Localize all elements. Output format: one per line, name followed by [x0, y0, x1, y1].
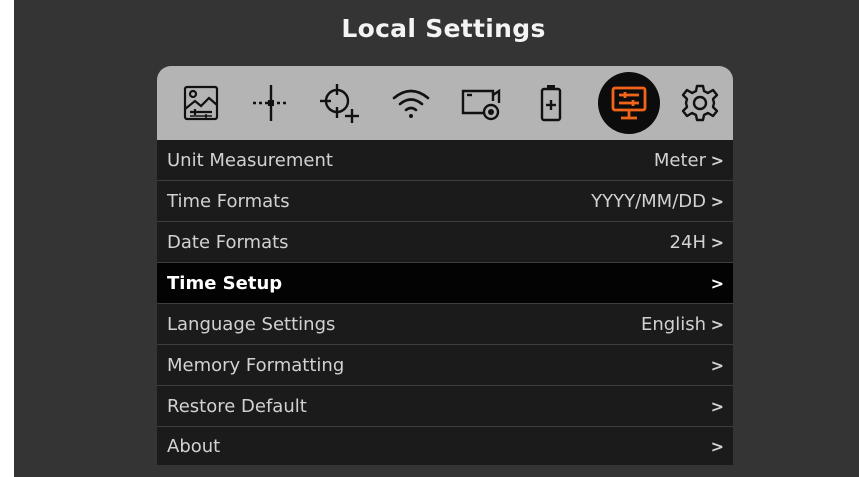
menu-item-time-setup[interactable]: Time Setup > — [157, 263, 733, 304]
chevron-right-icon: > — [710, 273, 724, 293]
battery-icon — [540, 85, 562, 122]
gear-icon — [681, 84, 719, 122]
menu-item-label: Unit Measurement — [167, 149, 333, 171]
menu-item-time-formats[interactable]: Time Formats YYYY/MM/DD > — [157, 181, 733, 222]
page-title: Local Settings — [341, 14, 546, 43]
chevron-right-icon: > — [710, 355, 724, 375]
tab-display-settings[interactable] — [598, 72, 660, 134]
menu-item-date-formats[interactable]: Date Formats 24H > — [157, 222, 733, 263]
chevron-right-icon: > — [710, 232, 724, 252]
camera-record-icon — [461, 88, 501, 121]
menu-item-restore-default[interactable]: Restore Default > — [157, 386, 733, 427]
menu-item-value: Meter — [653, 149, 706, 171]
menu-item-unit-measurement[interactable]: Unit Measurement Meter > — [157, 140, 733, 181]
chevron-right-icon: > — [710, 191, 724, 211]
menu-item-about[interactable]: About > — [157, 427, 733, 465]
tab-general-settings[interactable] — [673, 76, 727, 130]
menu-item-label: Date Formats — [167, 231, 289, 253]
menu-item-value: YYYY/MM/DD — [591, 190, 706, 212]
chevron-right-icon: > — [710, 436, 724, 456]
settings-tab-bar — [157, 66, 733, 140]
menu-item-label: Time Setup — [167, 272, 283, 294]
tab-image[interactable] — [174, 76, 228, 130]
menu-item-label: Restore Default — [167, 395, 307, 417]
tab-crosshair[interactable] — [244, 76, 298, 130]
wifi-icon — [392, 89, 430, 118]
tab-reticle[interactable] — [314, 76, 368, 130]
device-screen: Local Settings Unit Measurement Meter > … — [14, 0, 859, 477]
chevron-right-icon: > — [710, 396, 724, 416]
chevron-right-icon: > — [710, 314, 724, 334]
menu-item-label: Time Formats — [167, 190, 290, 212]
tab-recording[interactable] — [454, 76, 508, 130]
reticle-add-icon — [320, 84, 359, 123]
tab-wifi[interactable] — [384, 76, 438, 130]
settings-menu: Unit Measurement Meter > Time Formats YY… — [157, 140, 733, 465]
menu-item-memory-formatting[interactable]: Memory Formatting > — [157, 345, 733, 386]
menu-item-language-settings[interactable]: Language Settings English > — [157, 304, 733, 345]
menu-item-label: Memory Formatting — [167, 354, 345, 376]
menu-item-value: English — [641, 313, 706, 335]
chevron-right-icon: > — [710, 150, 724, 170]
menu-item-label: Language Settings — [167, 313, 336, 335]
image-adjust-icon — [183, 85, 219, 121]
menu-item-label: About — [167, 435, 221, 457]
display-settings-icon — [611, 86, 647, 120]
crosshair-icon — [253, 85, 289, 121]
tab-battery[interactable] — [524, 76, 578, 130]
menu-item-value: 24H — [669, 231, 706, 253]
